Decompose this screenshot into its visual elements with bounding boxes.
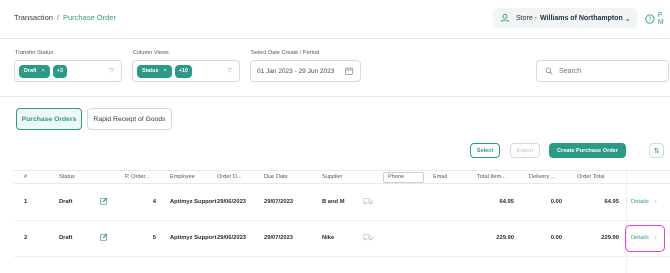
row-status: Draft <box>59 199 73 205</box>
details-label: Details <box>631 199 649 205</box>
row-supplier: Nike <box>322 235 335 241</box>
truck-icon <box>363 234 373 241</box>
row-due-date: 29/07/2023 <box>264 199 294 205</box>
breadcrumb-current: Purchase Order <box>63 13 116 22</box>
breadcrumb-root[interactable]: Transaction <box>14 13 53 22</box>
search-placeholder: Search <box>559 67 582 75</box>
col-po[interactable]: P. Order... <box>125 174 150 180</box>
svg-text:?: ? <box>648 17 651 23</box>
row-total-items: 64.95 <box>499 199 514 205</box>
col-email[interactable]: Email <box>433 174 447 180</box>
col-phone[interactable]: Phone <box>383 172 424 183</box>
col-due-date[interactable]: Due Date <box>264 174 288 180</box>
sort-toggle-button[interactable]: ⇅ <box>649 143 664 158</box>
row-number: 2 <box>24 235 28 241</box>
date-label: Select Date Create / Period <box>251 50 320 56</box>
row-employee: Aptimyz Support <box>170 235 217 241</box>
col-supplier[interactable]: Supplier <box>322 174 343 180</box>
select-button[interactable]: Select <box>470 143 500 158</box>
row-delivery: 0.00 <box>550 199 562 205</box>
date-range-value: 01 Jan 2023 - 29 Jun 2023 <box>257 67 335 75</box>
chevron-right-icon: › <box>654 199 657 205</box>
tab-purchase-orders[interactable]: Purchase Orders <box>16 108 82 130</box>
edit-icon[interactable] <box>100 197 108 205</box>
row-po-number: 4 <box>152 199 156 205</box>
store-selector[interactable]: Store - Williams of Northampton ⌄ <box>493 8 637 28</box>
column-chip-status[interactable]: Status × <box>137 64 172 78</box>
status-chip-draft[interactable]: Draft × <box>19 64 50 78</box>
details-link[interactable]: Details › <box>631 199 657 205</box>
close-icon[interactable]: × <box>163 68 166 74</box>
column-views-label: Column Views <box>133 50 169 56</box>
highlight-box <box>625 225 665 252</box>
date-range-picker[interactable]: 01 Jan 2023 - 29 Jun 2023 <box>250 60 361 82</box>
row-supplier: B and M <box>322 199 345 205</box>
row-employee: Aptimyz Support <box>170 199 217 205</box>
col-number[interactable]: # <box>24 174 27 180</box>
store-prefix: Store - <box>516 14 538 22</box>
top-bar: Transaction / Purchase Order Store - Wil… <box>0 0 670 38</box>
filter-divider <box>0 96 670 97</box>
create-purchase-order-button[interactable]: Create Purchase Order <box>549 143 626 158</box>
row-order-total: 64.95 <box>604 199 619 205</box>
chip-label: Status <box>142 68 159 74</box>
col-employee[interactable]: Employee <box>170 174 195 180</box>
table-row[interactable]: 1 Draft 4 Aptimyz Support 29/06/2023 29/… <box>14 185 670 221</box>
column-views-select[interactable]: Status × +10 ▽ <box>132 60 240 82</box>
table-row[interactable]: 2 Draft 5 Aptimyz Support 29/06/2023 29/… <box>14 221 670 257</box>
help-button[interactable]: ? P M <box>645 12 670 26</box>
col-total-items[interactable]: Total Item... <box>477 174 506 180</box>
col-delivery[interactable]: Delivery ... <box>529 174 555 180</box>
edit-icon[interactable] <box>100 233 108 241</box>
transfer-status-label: Transfer Status <box>15 50 54 56</box>
row-delivery: 0.00 <box>550 235 562 241</box>
row-due-date: 29/07/2023 <box>264 235 294 241</box>
row-order-date: 29/06/2023 <box>217 235 247 241</box>
search-input[interactable]: Search <box>536 60 669 82</box>
row-status: Draft <box>59 235 73 241</box>
chevron-down-icon: ⌄ <box>624 13 631 23</box>
store-name: Williams of Northampton <box>540 14 623 22</box>
user-icon <box>500 13 510 23</box>
col-status[interactable]: Status <box>59 174 75 180</box>
breadcrumb-separator: / <box>56 13 59 22</box>
col-order-total[interactable]: Order Total <box>577 174 605 180</box>
row-order-date: 29/06/2023 <box>217 199 247 205</box>
more-chip[interactable]: +3 <box>52 64 67 78</box>
row-po-number: 5 <box>152 235 156 241</box>
chip-label: Draft <box>24 68 37 74</box>
col-order-date[interactable]: Order D... <box>217 174 242 180</box>
help-label: P M <box>657 12 664 26</box>
breadcrumb: Transaction / Purchase Order <box>14 13 116 22</box>
row-total-items: 229.90 <box>496 235 514 241</box>
filter-dropdown-icon: ▽ <box>227 68 232 74</box>
more-chip[interactable]: +10 <box>174 64 192 78</box>
help-icon: ? <box>645 14 655 24</box>
transfer-status-select[interactable]: Draft × +3 ▽ <box>14 60 122 82</box>
row-number: 1 <box>24 199 28 205</box>
row-order-total: 229.90 <box>601 235 619 241</box>
truck-icon <box>363 198 373 205</box>
search-icon <box>545 67 553 75</box>
tab-rapid-receipt[interactable]: Rapid Receipt of Goods <box>87 108 172 130</box>
export-button[interactable]: Export <box>510 143 540 158</box>
filter-dropdown-icon: ▽ <box>109 68 114 74</box>
calendar-icon <box>345 67 353 75</box>
table-header: # Status P. Order... Employee Order D...… <box>14 170 670 184</box>
close-icon[interactable]: × <box>42 68 45 74</box>
top-divider <box>0 38 670 39</box>
